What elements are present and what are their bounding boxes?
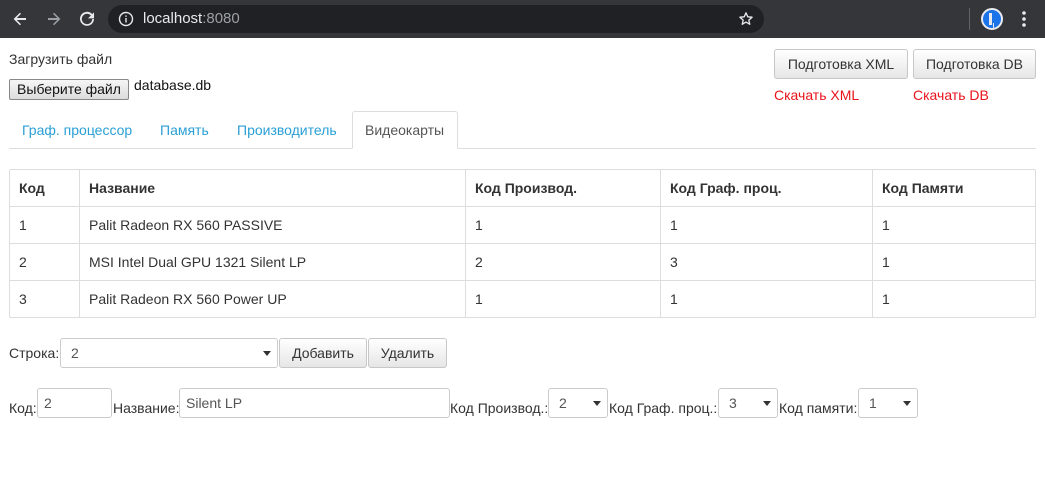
forward-icon[interactable] <box>42 7 66 31</box>
address-bar[interactable]: localhost:8080 <box>108 5 764 33</box>
tab-videocards[interactable]: Видеокарты <box>352 111 458 149</box>
cell-code: 2 <box>10 244 80 280</box>
cell-gpu-code: 1 <box>661 281 873 317</box>
header-memory-code: Код Памяти <box>882 180 964 196</box>
row-select-label: Строка: <box>9 345 60 361</box>
chevron-down-icon <box>593 401 601 406</box>
menu-kebab-icon[interactable] <box>1016 9 1032 29</box>
code-label: Код: <box>9 400 37 416</box>
prepare-db-button[interactable]: Подготовка DB <box>913 49 1036 79</box>
cell-memory-code: 1 <box>882 217 890 233</box>
row-select[interactable]: 2 <box>60 338 278 368</box>
maker-code-label: Код Производ.: <box>450 400 549 416</box>
name-input[interactable]: Silent LP <box>179 388 450 418</box>
download-db-link[interactable]: Скачать DB <box>913 87 989 103</box>
url-port: :8080 <box>202 10 240 27</box>
chevron-down-icon <box>763 401 771 406</box>
info-icon[interactable] <box>118 11 134 27</box>
back-icon[interactable] <box>8 7 32 31</box>
cell-code: 1 <box>10 207 80 243</box>
tab-gpu[interactable]: Граф. процессор <box>10 111 144 149</box>
add-button[interactable]: Добавить <box>279 338 367 368</box>
download-xml-link[interactable]: Скачать XML <box>774 87 859 103</box>
name-label: Название: <box>113 400 180 416</box>
header-name: Название <box>80 170 466 206</box>
tab-memory[interactable]: Память <box>148 111 221 149</box>
memory-code-value: 1 <box>869 395 877 411</box>
bookmark-star-icon[interactable] <box>738 11 754 27</box>
maker-code-value: 2 <box>559 395 567 411</box>
header-gpu-code: Код Граф. проц. <box>661 170 873 206</box>
cell-maker-code: 1 <box>466 281 661 317</box>
url-text: localhost:8080 <box>143 10 240 27</box>
selected-file-name: database.db <box>134 77 212 93</box>
cell-gpu-code: 3 <box>661 244 873 280</box>
table-row[interactable]: 1 Palit Radeon RX 560 PASSIVE 1 1 1 <box>10 207 1035 244</box>
chevron-down-icon <box>903 401 911 406</box>
row-select-value: 2 <box>71 345 79 361</box>
table-row[interactable]: 2 MSI Intel Dual GPU 1321 Silent LP 2 3 … <box>10 244 1035 281</box>
chevron-down-icon <box>263 351 271 356</box>
delete-button[interactable]: Удалить <box>368 338 447 368</box>
cell-name: MSI Intel Dual GPU 1321 Silent LP <box>80 244 466 280</box>
memory-code-select[interactable]: 1 <box>858 388 918 418</box>
cell-name: Palit Radeon RX 560 Power UP <box>80 281 466 317</box>
gpu-code-value: 3 <box>729 395 737 411</box>
gpu-code-label: Код Граф. проц.: <box>609 400 718 416</box>
cell-code: 3 <box>10 281 80 317</box>
upload-label: Загрузить файл <box>9 51 113 67</box>
url-host: localhost <box>143 10 203 27</box>
cell-name: Palit Radeon RX 560 PASSIVE <box>80 207 466 243</box>
header-maker-code: Код Производ. <box>466 170 661 206</box>
cell-memory-code: 1 <box>882 254 890 270</box>
table-row[interactable]: 3 Palit Radeon RX 560 Power UP 1 1 1 <box>10 281 1035 317</box>
cell-gpu-code: 1 <box>661 207 873 243</box>
videocards-table: Код Название Код Производ. Код Граф. про… <box>9 169 1036 318</box>
profile-avatar-icon[interactable] <box>981 8 1003 30</box>
maker-code-select[interactable]: 2 <box>548 388 608 418</box>
memory-code-label: Код памяти: <box>779 400 858 416</box>
code-input[interactable]: 2 <box>37 388 112 418</box>
cell-maker-code: 2 <box>466 244 661 280</box>
toolbar-divider <box>969 8 970 30</box>
table-header-row: Код Название Код Производ. Код Граф. про… <box>10 170 1035 207</box>
tab-manufacturer[interactable]: Производитель <box>225 111 349 149</box>
choose-file-button[interactable]: Выберите файл <box>9 79 129 100</box>
cell-memory-code: 1 <box>882 291 890 307</box>
gpu-code-select[interactable]: 3 <box>718 388 778 418</box>
reload-icon[interactable] <box>75 7 99 31</box>
cell-maker-code: 1 <box>466 207 661 243</box>
header-code: Код <box>10 170 80 206</box>
browser-toolbar: localhost:8080 <box>0 0 1045 38</box>
prepare-xml-button[interactable]: Подготовка XML <box>774 49 908 79</box>
